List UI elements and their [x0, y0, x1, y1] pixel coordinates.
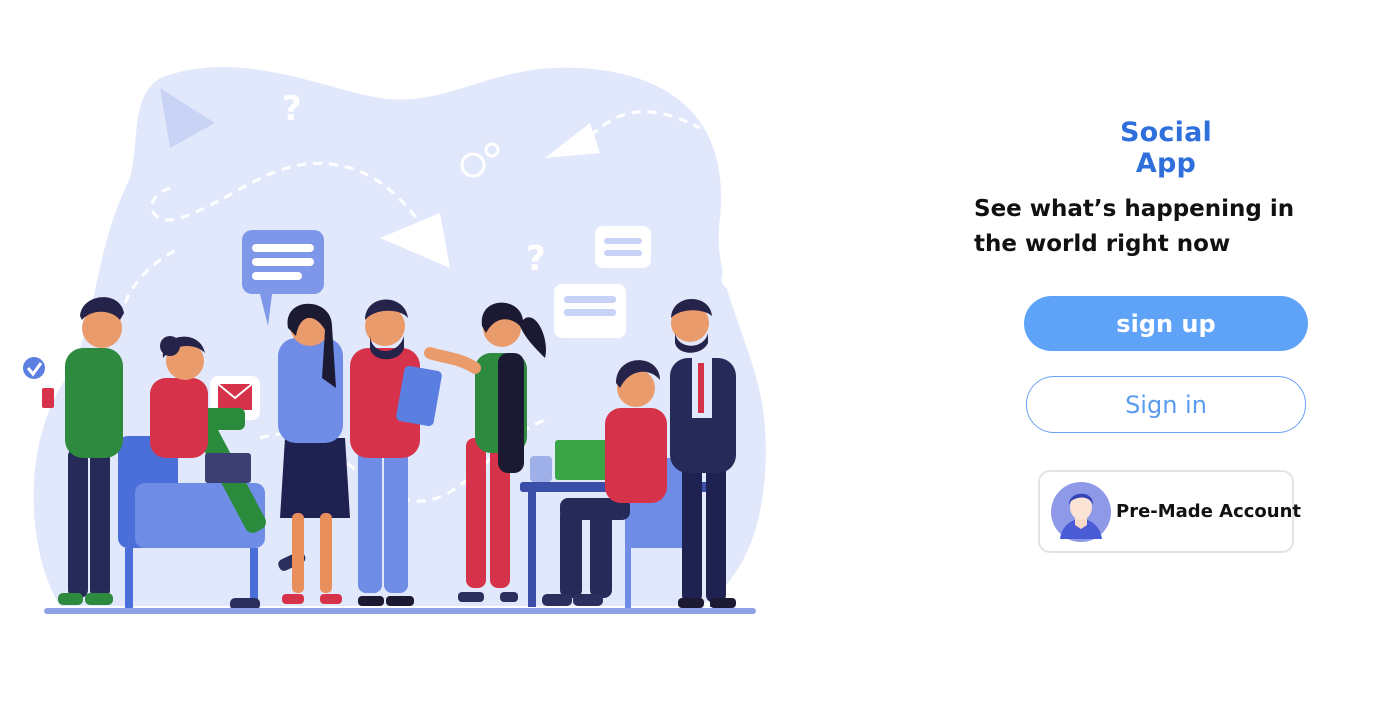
user-avatar-icon: [1051, 481, 1111, 542]
sign-in-button[interactable]: Sign in: [1026, 376, 1306, 433]
pre-made-account-button[interactable]: Pre-Made Account: [1038, 470, 1301, 553]
sign-up-button[interactable]: sign up: [1024, 296, 1308, 351]
svg-text:?: ?: [526, 239, 546, 279]
svg-text:?: ?: [282, 89, 302, 129]
pre-made-account-label: Pre-Made Account: [1116, 501, 1302, 522]
hero-illustration: ? ?: [20, 58, 780, 618]
app-title: Social App: [1120, 117, 1212, 179]
tagline: See what’s happening in the world right …: [974, 196, 1295, 257]
people-chatting-illustration: ? ?: [23, 67, 766, 614]
auth-panel: Social App See what’s happening in the w…: [960, 0, 1360, 709]
